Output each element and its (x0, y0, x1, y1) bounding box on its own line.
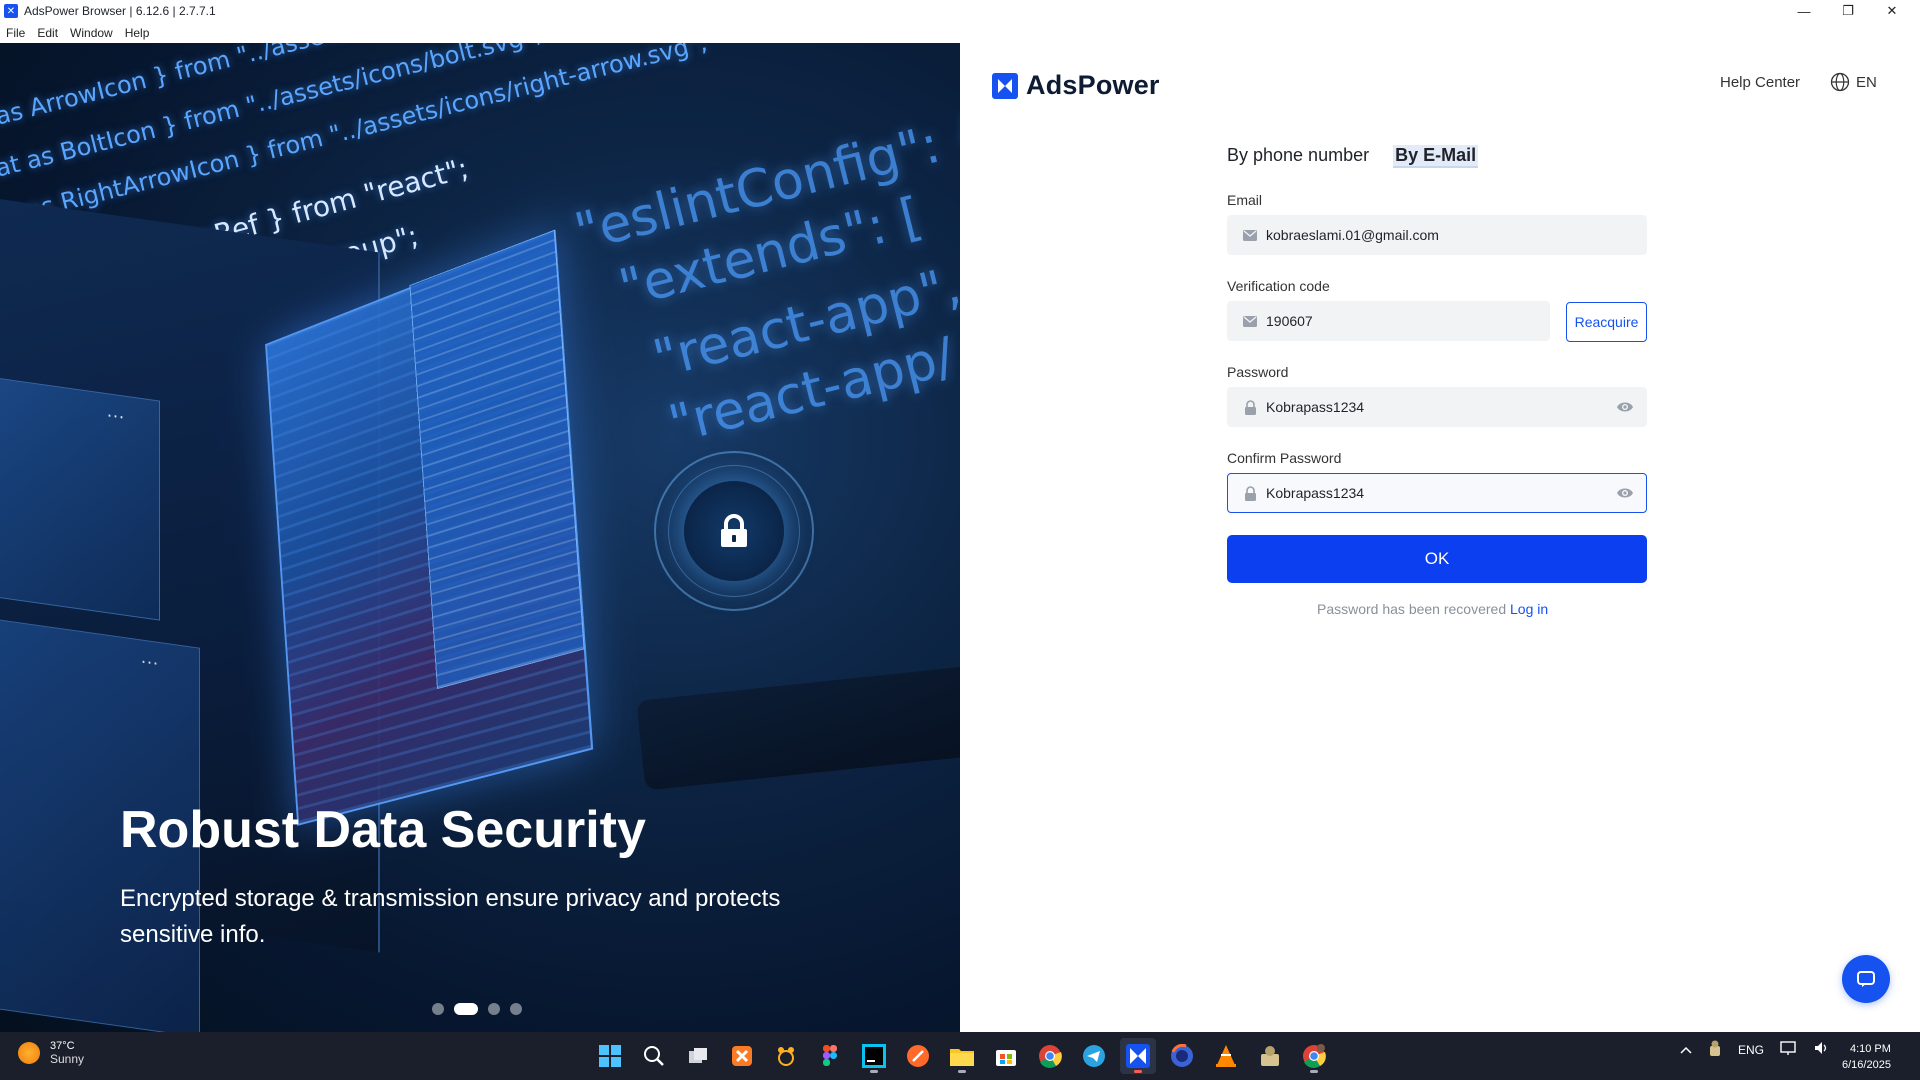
password-field[interactable]: Kobrapass1234 (1227, 387, 1647, 427)
verification-code-field[interactable]: 190607 (1227, 301, 1550, 341)
menu-edit[interactable]: Edit (31, 26, 64, 40)
adspower-taskbar-icon[interactable] (1120, 1038, 1156, 1074)
recovered-message: Password has been recovered Log in (1317, 601, 1548, 617)
reacquire-button[interactable]: Reacquire (1566, 302, 1647, 342)
support-chat-button[interactable] (1842, 955, 1890, 1003)
carousel-dot[interactable] (488, 1003, 500, 1015)
minimize-button[interactable]: — (1782, 0, 1826, 22)
menu-window[interactable]: Window (64, 26, 119, 40)
carousel-indicators (432, 1003, 522, 1015)
chevron-up-icon[interactable] (1680, 1043, 1692, 1057)
carousel-dot[interactable] (432, 1003, 444, 1015)
taskbar-apps (592, 1038, 1332, 1074)
running-indicator (958, 1070, 966, 1073)
chrome-profile-icon[interactable] (1296, 1038, 1332, 1074)
email-label: Email (1227, 192, 1263, 208)
brand: AdsPower (992, 70, 1160, 101)
mail-icon (1242, 313, 1258, 329)
email-value: kobraeslami.01@gmail.com (1266, 227, 1439, 243)
telegram-icon[interactable] (1076, 1038, 1112, 1074)
volume-icon[interactable] (1814, 1041, 1830, 1058)
verification-code-value: 190607 (1266, 313, 1313, 329)
lock-icon (1242, 399, 1258, 415)
ok-button[interactable]: OK (1227, 535, 1647, 583)
menu-file[interactable]: File (0, 26, 31, 40)
more-icon: ... (141, 646, 160, 669)
running-indicator (870, 1070, 878, 1073)
tab-phone[interactable]: By phone number (1227, 145, 1369, 168)
email-field[interactable]: kobraeslami.01@gmail.com (1227, 215, 1647, 255)
code-panel (409, 229, 585, 690)
restore-button[interactable]: ❐ (1826, 0, 1870, 22)
floating-panel: ... (0, 375, 160, 621)
hero-subtitle: Encrypted storage & transmission ensure … (120, 885, 781, 948)
task-view-icon[interactable] (680, 1038, 716, 1074)
tray-app-icon[interactable] (1708, 1040, 1722, 1059)
microsoft-store-icon[interactable] (988, 1038, 1024, 1074)
clock-date: 6/16/2025 (1842, 1059, 1891, 1071)
clock[interactable]: 4:10 PM 6/16/2025 (1842, 1041, 1891, 1073)
recovered-text: Password has been recovered (1317, 601, 1507, 617)
sun-icon (18, 1042, 40, 1064)
system-tray: ENG (1680, 1040, 1830, 1059)
network-app-icon[interactable] (1252, 1038, 1288, 1074)
xampp-icon[interactable] (724, 1038, 760, 1074)
confirm-password-label: Confirm Password (1227, 450, 1342, 466)
login-link[interactable]: Log in (1510, 601, 1548, 617)
vlc-icon[interactable] (1208, 1038, 1244, 1074)
carousel-dot-active[interactable] (454, 1003, 478, 1015)
weather-widget[interactable]: 37°C Sunny (18, 1040, 84, 1066)
weather-temp: 37°C (50, 1040, 75, 1052)
tab-email[interactable]: By E-Mail (1393, 145, 1479, 168)
menu-bar: File Edit Window Help (0, 22, 1920, 43)
padlock-icon (721, 514, 747, 547)
help-center-link[interactable]: Help Center (1720, 74, 1800, 91)
running-indicator (1134, 1070, 1142, 1073)
mail-icon (1242, 227, 1258, 243)
network-icon[interactable] (1780, 1040, 1798, 1059)
running-indicator (1310, 1070, 1318, 1073)
adspower-logo-icon (992, 72, 1018, 99)
phone-device (636, 665, 960, 791)
confirm-password-value: Kobrapass1234 (1266, 485, 1365, 501)
webstorm-icon[interactable] (856, 1038, 892, 1074)
windows-start-icon[interactable] (592, 1038, 628, 1074)
lock-badge (684, 481, 784, 581)
lock-icon (1242, 485, 1258, 501)
window-title: AdsPower Browser | 6.12.6 | 2.7.7.1 (24, 4, 216, 18)
globe-icon (1830, 72, 1850, 92)
language-label: EN (1856, 73, 1877, 91)
password-label: Password (1227, 364, 1289, 380)
animal-app-icon[interactable] (768, 1038, 804, 1074)
clock-time: 4:10 PM (1849, 1043, 1891, 1055)
carousel-dot[interactable] (510, 1003, 522, 1015)
menu-help[interactable]: Help (119, 26, 156, 40)
adspower-app-icon: ✕ (4, 4, 18, 18)
brand-name: AdsPower (1026, 70, 1160, 100)
search-icon[interactable] (636, 1038, 672, 1074)
language-selector[interactable]: EN (1830, 72, 1877, 92)
chrome-icon[interactable] (1032, 1038, 1068, 1074)
file-explorer-icon[interactable] (944, 1038, 980, 1074)
confirm-password-field[interactable]: Kobrapass1234 (1227, 473, 1647, 513)
code-editor-icon[interactable] (900, 1038, 936, 1074)
chat-icon (1857, 971, 1875, 987)
hero-title: Robust Data Security (120, 801, 646, 859)
password-value: Kobrapass1234 (1266, 399, 1365, 415)
show-password-eye-icon[interactable] (1616, 400, 1634, 417)
input-language[interactable]: ENG (1738, 1043, 1764, 1057)
close-button[interactable]: ✕ (1870, 0, 1914, 22)
weather-desc: Sunny (50, 1052, 85, 1066)
more-icon: ... (107, 400, 126, 423)
title-bar: ✕ AdsPower Browser | 6.12.6 | 2.7.7.1 — … (0, 0, 1920, 22)
hero-banner: as ArrowIcon } from "../assets/icons/arr… (0, 43, 960, 1032)
login-method-tabs: By phone number By E-Mail (1227, 145, 1479, 168)
verification-code-label: Verification code (1227, 278, 1330, 294)
figma-icon[interactable] (812, 1038, 848, 1074)
firefox-icon[interactable] (1164, 1038, 1200, 1074)
show-password-eye-icon[interactable] (1616, 486, 1634, 503)
